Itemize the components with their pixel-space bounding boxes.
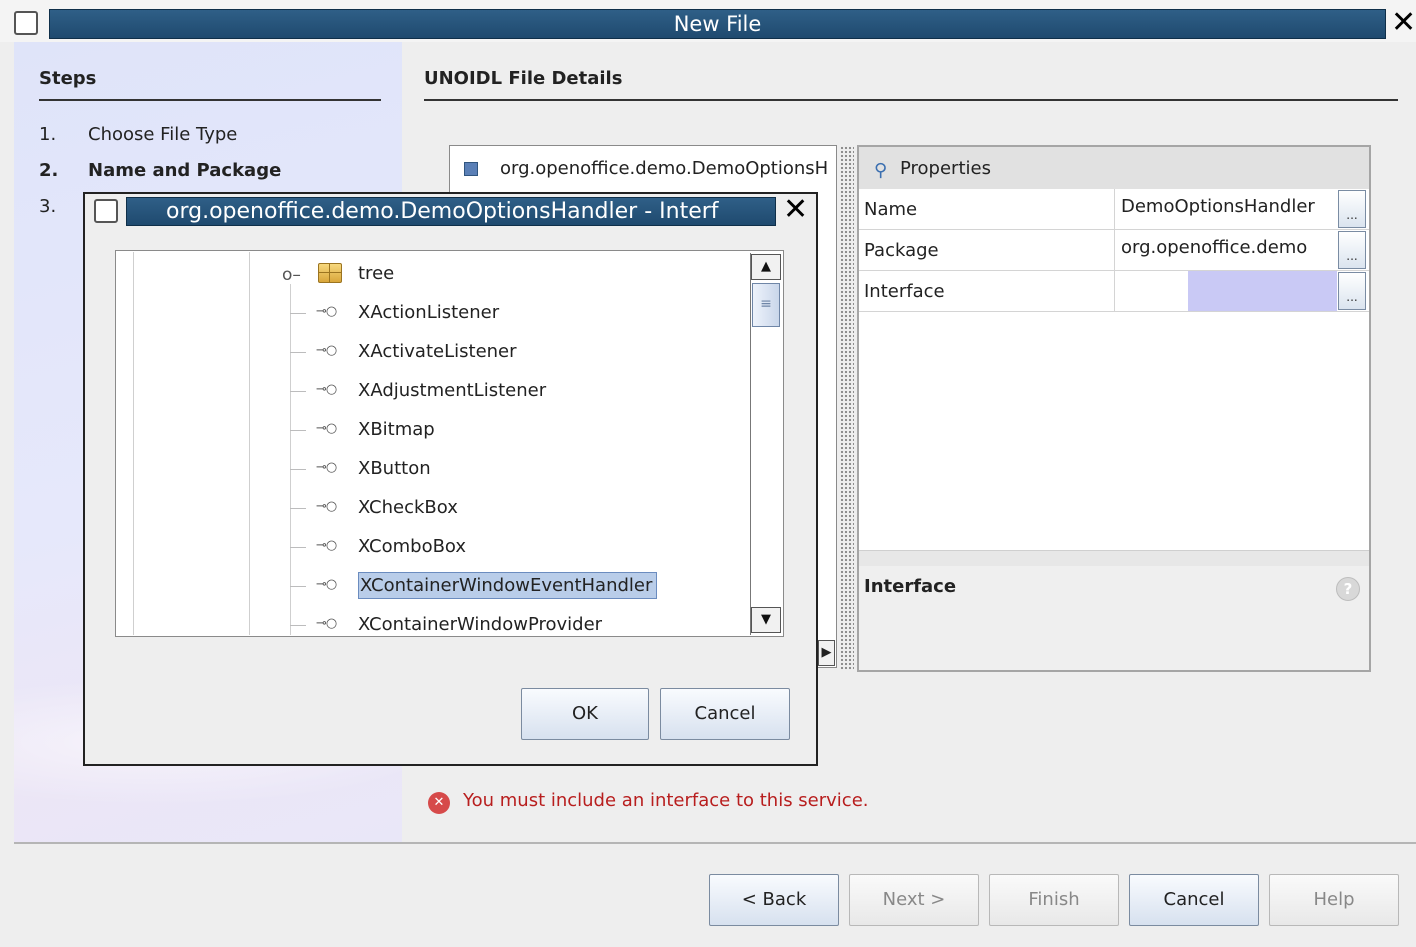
tree-node-interface[interactable]: XActivateListener — [358, 341, 517, 362]
service-tree-item[interactable]: org.openoffice.demo.DemoOptionsH — [500, 158, 834, 179]
window-close-icon[interactable]: ✕ — [1391, 7, 1416, 39]
interface-icon: ⊸○ — [316, 538, 337, 553]
tree-connector — [290, 586, 306, 587]
dialog-menu-icon[interactable] — [94, 199, 118, 223]
tree-node-interface[interactable]: XBitmap — [358, 419, 435, 440]
property-interface-edit-button[interactable]: ... — [1338, 272, 1366, 310]
tree-node-interface[interactable]: XActionListener — [358, 302, 499, 323]
interface-icon: ⊸○ — [316, 382, 337, 397]
description-splitter[interactable] — [859, 550, 1369, 566]
property-name-edit-button[interactable]: ... — [1338, 190, 1366, 228]
tree-node-interface[interactable]: XButton — [358, 458, 431, 479]
dialog-close-icon[interactable]: ✕ — [783, 194, 811, 226]
tree-scroll-right-button[interactable]: ▶ — [818, 640, 835, 666]
expand-handle-icon[interactable]: o– — [282, 265, 301, 285]
tree-connector — [290, 625, 306, 626]
interface-icon: ⊸○ — [316, 421, 337, 436]
step-number: 1. — [39, 124, 57, 145]
interface-icon: ⊸○ — [316, 460, 337, 475]
tree-node-interface[interactable]: XComboBox — [358, 536, 466, 557]
steps-heading: Steps — [39, 68, 97, 89]
step-number: 3. — [39, 196, 57, 217]
tree-connector — [290, 391, 306, 392]
property-column-separator — [1114, 189, 1115, 311]
property-package-edit-button[interactable]: ... — [1338, 231, 1366, 269]
step-number: 2. — [39, 160, 59, 181]
panel-splitter[interactable] — [840, 146, 854, 670]
footer-divider — [14, 842, 1416, 844]
dialog-title: org.openoffice.demo.DemoOptionsHandler -… — [166, 199, 719, 224]
properties-pin-icon: ⚲ — [874, 160, 888, 181]
tree-connector — [290, 430, 306, 431]
tree-guide-line — [133, 252, 134, 635]
scroll-down-button[interactable]: ▼ — [751, 607, 781, 633]
tree-guide-line — [290, 284, 291, 635]
dialog-cancel-button[interactable]: Cancel — [660, 688, 790, 740]
property-name-label: Name — [864, 199, 918, 220]
interface-value-highlight[interactable] — [1188, 271, 1337, 311]
tree-connector — [290, 547, 306, 548]
properties-title: Properties — [900, 158, 991, 179]
interface-icon: ⊸○ — [316, 343, 337, 358]
dialog-ok-button[interactable]: OK — [521, 688, 649, 740]
window-menu-icon[interactable] — [14, 11, 38, 35]
interface-icon: ⊸○ — [316, 499, 337, 514]
finish-button[interactable]: Finish — [989, 874, 1119, 926]
back-button[interactable]: < Back — [709, 874, 839, 926]
tree-connector — [290, 352, 306, 353]
error-message: You must include an interface to this se… — [463, 790, 869, 811]
property-package-label: Package — [864, 240, 939, 261]
steps-divider — [39, 99, 381, 101]
cancel-button[interactable]: Cancel — [1129, 874, 1259, 926]
scroll-up-button[interactable]: ▲ — [751, 254, 781, 280]
scroll-thumb[interactable]: ≡ — [752, 283, 780, 327]
help-icon[interactable]: ? — [1336, 577, 1360, 601]
tree-node-interface[interactable]: XCheckBox — [358, 497, 458, 518]
tree-connector — [290, 313, 306, 314]
property-description-title: Interface — [864, 576, 957, 597]
next-button[interactable]: Next > — [849, 874, 979, 926]
tree-node-interface[interactable]: XAdjustmentListener — [358, 380, 546, 401]
interface-icon: ⊸○ — [316, 577, 337, 592]
tree-connector — [290, 469, 306, 470]
step-label: Choose File Type — [88, 124, 238, 145]
tree-guide-line — [249, 252, 250, 635]
tree-node-selected[interactable]: XContainerWindowEventHandler — [358, 572, 658, 599]
details-heading: UNOIDL File Details — [424, 68, 623, 89]
help-button[interactable]: Help — [1269, 874, 1399, 926]
details-divider — [424, 99, 1398, 101]
property-interface-label: Interface — [864, 281, 945, 302]
error-icon: ✕ — [428, 792, 450, 814]
interface-icon: ⊸○ — [316, 616, 337, 631]
property-name-value[interactable]: DemoOptionsHandler — [1121, 196, 1315, 217]
interface-icon: ⊸○ — [316, 304, 337, 319]
tree-connector — [290, 508, 306, 509]
property-package-value[interactable]: org.openoffice.demo — [1121, 237, 1307, 258]
tree-node-root[interactable]: tree — [358, 263, 394, 284]
tree-node-interface[interactable]: XContainerWindowProvider — [358, 614, 602, 635]
module-icon — [318, 263, 342, 283]
step-label-current: Name and Package — [88, 160, 282, 181]
service-node-icon — [464, 162, 478, 176]
window-title: New File — [673, 12, 762, 36]
